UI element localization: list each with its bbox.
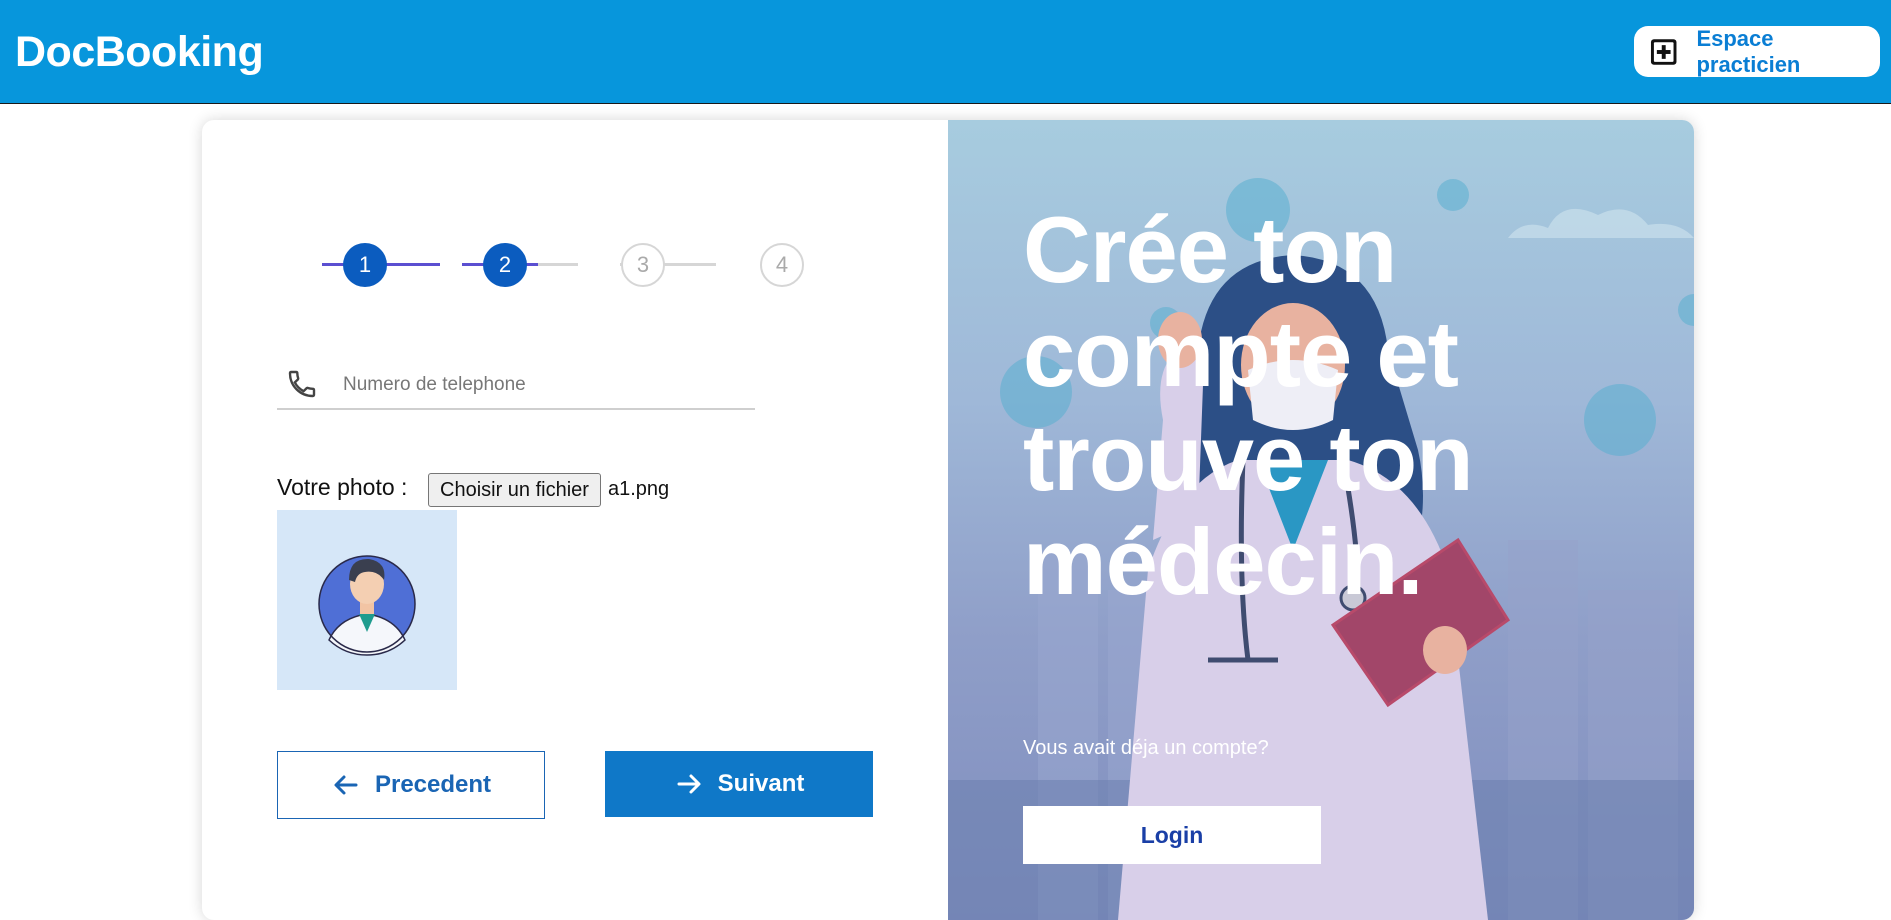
promo-panel: Crée ton compte et trouve ton médecin. V… (948, 120, 1694, 920)
choose-file-button[interactable]: Choisir un fichier (428, 473, 601, 507)
next-button[interactable]: Suivant (605, 751, 873, 817)
login-label: Login (1140, 821, 1204, 848)
promo-headline: Crée ton compte et trouve ton médecin. (1023, 197, 1474, 614)
next-label: Suivant (717, 770, 805, 797)
login-button[interactable]: Login (1023, 806, 1321, 864)
progress-stepper: 1 2 3 4 (202, 120, 948, 320)
practitioner-space-label: Espace practicien (1696, 25, 1801, 77)
signup-card: 1 2 3 4 Votre photo : Choisir un fichier… (202, 120, 1694, 920)
phone-input[interactable] (341, 368, 745, 402)
photo-label: Votre photo : (277, 474, 408, 500)
doctor-avatar-image (318, 555, 416, 656)
top-bar: DocBooking Espace practicien (0, 0, 1891, 104)
file-name: a1.png (608, 478, 670, 500)
signup-form-panel: 1 2 3 4 Votre photo : Choisir un fichier… (202, 120, 948, 920)
step-1: 1 (343, 243, 387, 287)
previous-button[interactable]: Precedent (277, 751, 545, 819)
arrow-left-icon (334, 775, 358, 795)
plus-square-icon (1650, 38, 1677, 65)
photo-preview (277, 510, 457, 690)
phone-icon (288, 370, 316, 398)
step-3: 3 (621, 243, 665, 287)
phone-field (277, 362, 755, 410)
stepper-connector-2b (538, 263, 578, 266)
step-2: 2 (483, 243, 527, 287)
arrow-right-icon (677, 774, 701, 794)
already-account-text: Vous avait déja un compte? (1023, 737, 1269, 759)
brand-logo[interactable]: DocBooking (15, 26, 264, 78)
step-4: 4 (760, 243, 804, 287)
previous-label: Precedent (374, 771, 492, 798)
practitioner-space-button[interactable]: Espace practicien (1634, 26, 1880, 77)
